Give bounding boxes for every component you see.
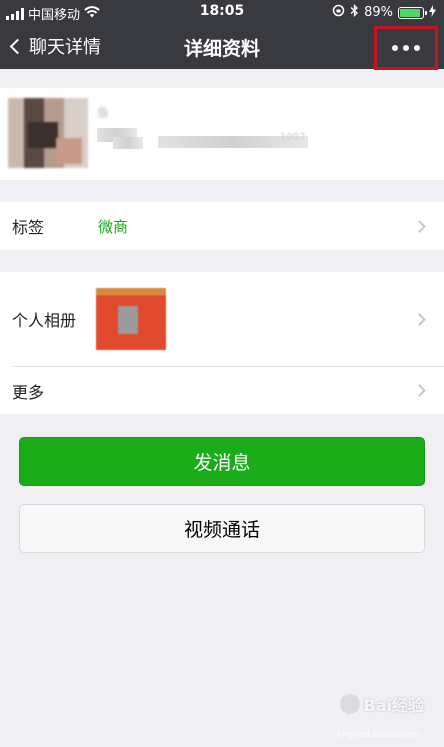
battery-percent: 89% — [364, 5, 393, 20]
profile-card[interactable] — [0, 88, 444, 180]
video-call-button[interactable]: 视频通话 — [19, 504, 425, 553]
status-right: 89% — [332, 3, 436, 21]
album-label: 个人相册 — [12, 311, 77, 330]
chevron-right-icon — [413, 312, 426, 326]
tags-row[interactable]: 标签 微商 — [0, 202, 444, 250]
navigation-bar: 聊天详情 详细资料 — [0, 24, 444, 70]
send-message-button[interactable]: 发消息 — [19, 437, 425, 486]
album-row[interactable]: 个人相册 — [0, 272, 444, 366]
status-bar: 中国移动 18:05 89% — [0, 0, 444, 24]
chevron-right-icon — [413, 384, 426, 397]
album-thumbnail[interactable] — [96, 288, 166, 350]
avatar[interactable] — [8, 98, 88, 168]
more-dot — [414, 45, 420, 51]
tags-value: 微商 — [98, 217, 129, 236]
watermark-url: jingyan.baidu.com — [336, 730, 420, 740]
more-label: 更多 — [12, 382, 45, 402]
details-group: 个人相册 更多 — [0, 272, 444, 414]
more-dots-icon — [392, 45, 398, 51]
lock-rotation-icon — [332, 4, 345, 21]
watermark-text: Bai经验 — [363, 696, 424, 715]
more-options-button[interactable] — [374, 26, 438, 70]
tags-label: 标签 — [12, 218, 45, 237]
paw-icon — [339, 694, 360, 714]
more-row[interactable]: 更多 — [0, 367, 444, 414]
battery-icon — [398, 6, 427, 19]
baidu-watermark: Bai经验 — [339, 692, 424, 716]
bluetooth-icon — [350, 3, 359, 21]
chevron-right-icon — [413, 219, 426, 233]
more-dot — [403, 45, 409, 51]
profile-name-fragment: 鱼 — [97, 106, 110, 120]
charging-icon — [429, 4, 436, 21]
profile-info-blur — [113, 137, 143, 149]
profile-info-fragment: 1007 — [280, 132, 306, 143]
